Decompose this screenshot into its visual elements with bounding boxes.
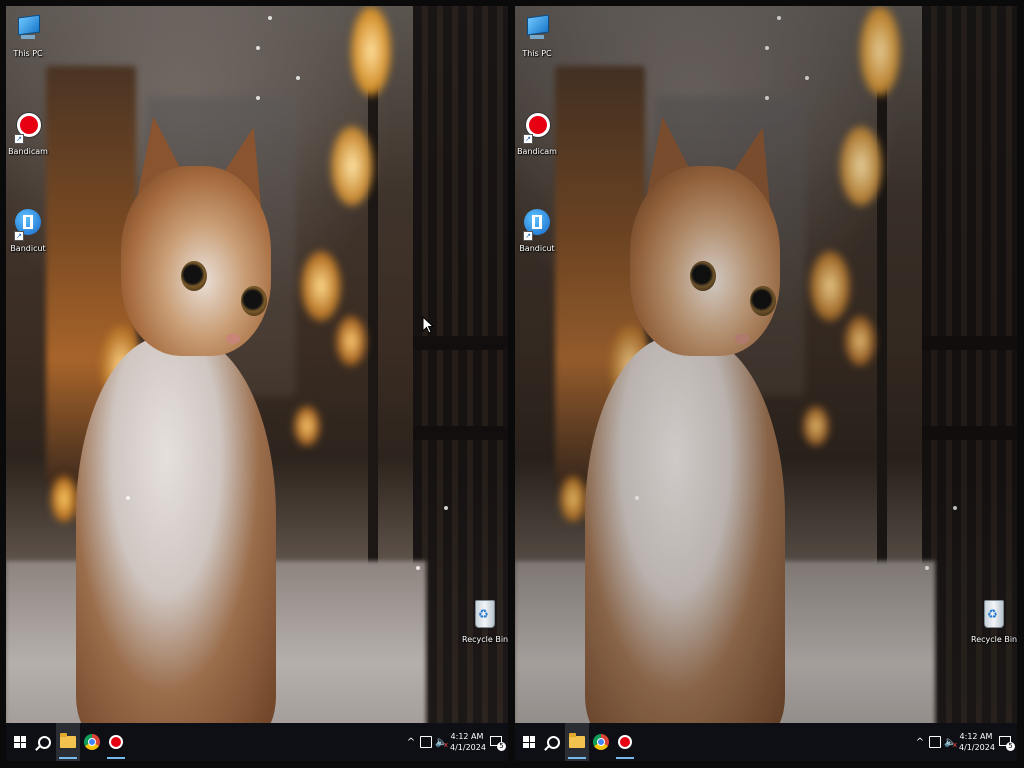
desktop-icon-label: Recycle Bin (971, 635, 1017, 644)
start-button[interactable] (517, 723, 541, 761)
clock-time: 4:12 AM (959, 732, 993, 741)
clock-time: 4:12 AM (450, 732, 484, 741)
taskbar-chrome[interactable] (589, 723, 613, 761)
search-icon (546, 735, 560, 749)
clock-date: 4/1/2024 (450, 743, 486, 752)
taskbar-chrome[interactable] (80, 723, 104, 761)
desktop-wallpaper (515, 6, 1017, 761)
system-tray: ^ 🔈 x 4:12 AM 4/1/2024 5 (405, 723, 508, 761)
desktop-screen-left: This PC ↗ Bandicam ↗ Bandicut Recycle Bi… (6, 6, 508, 761)
show-hidden-icons-chevron[interactable]: ^ (914, 737, 926, 748)
recycle-bin-icon (470, 600, 498, 632)
bandicam-icon: ↗ (523, 112, 551, 144)
cat-figure (585, 106, 795, 736)
desktop-icon-bandicut[interactable]: ↗ Bandicut (6, 209, 50, 254)
clock[interactable]: 4:12 AM 4/1/2024 (450, 731, 486, 753)
desktop-icon-label: Recycle Bin (462, 635, 508, 644)
taskbar: ^ 🔈 x 4:12 AM 4/1/2024 5 (515, 723, 1017, 761)
desktop-wallpaper (6, 6, 508, 761)
desktop-icon-label: Bandicut (10, 244, 46, 253)
recycle-bin-icon (979, 600, 1007, 632)
desktop-icon-bandicam[interactable]: ↗ Bandicam (6, 112, 50, 157)
volume-muted-icon[interactable]: 🔈 x (435, 737, 448, 749)
search-icon (37, 735, 51, 749)
this-pc-icon (14, 14, 42, 46)
clock[interactable]: 4:12 AM 4/1/2024 (959, 731, 995, 753)
notification-count-badge: 5 (497, 742, 506, 751)
file-explorer-icon (569, 733, 585, 748)
taskbar-file-explorer[interactable] (56, 723, 80, 761)
taskbar: ^ 🔈 x 4:12 AM 4/1/2024 5 (6, 723, 508, 761)
action-center-button[interactable]: 5 (998, 735, 1015, 751)
file-explorer-icon (60, 733, 76, 748)
desktop-icon-label: Bandicam (8, 147, 48, 156)
desktop-icon-bandicut[interactable]: ↗ Bandicut (515, 209, 559, 254)
desktop-icon-bandicam[interactable]: ↗ Bandicam (515, 112, 559, 157)
desktop-icon-label: Bandicam (517, 147, 557, 156)
desktop-icon-label: This PC (13, 49, 43, 58)
network-icon[interactable] (929, 736, 941, 748)
mouse-cursor-icon (422, 315, 435, 338)
desktop-icon-recycle-bin[interactable]: Recycle Bin (462, 600, 508, 645)
action-center-button[interactable]: 5 (489, 735, 506, 751)
bandicam-taskbar-icon (109, 735, 123, 749)
windows-start-icon (523, 736, 535, 748)
volume-muted-icon[interactable]: 🔈 x (944, 737, 957, 749)
desktop-screen-right: This PC ↗ Bandicam ↗ Bandicut Recycle Bi… (515, 6, 1017, 761)
desktop-icon-label: This PC (522, 49, 552, 58)
taskbar-file-explorer[interactable] (565, 723, 589, 761)
system-tray: ^ 🔈 x 4:12 AM 4/1/2024 5 (914, 723, 1017, 761)
cat-figure (76, 106, 286, 736)
start-button[interactable] (8, 723, 32, 761)
show-hidden-icons-chevron[interactable]: ^ (405, 737, 417, 748)
desktop-icon-this-pc[interactable]: This PC (515, 14, 559, 59)
search-button[interactable] (32, 723, 56, 761)
desktop-icon-this-pc[interactable]: This PC (6, 14, 50, 59)
desktop-icon-recycle-bin[interactable]: Recycle Bin (971, 600, 1017, 645)
chrome-icon (84, 734, 100, 750)
bandicut-icon: ↗ (523, 209, 551, 241)
bandicut-icon: ↗ (14, 209, 42, 241)
desktop-icon-label: Bandicut (519, 244, 555, 253)
search-button[interactable] (541, 723, 565, 761)
taskbar-bandicam[interactable] (104, 723, 128, 761)
clock-date: 4/1/2024 (959, 743, 995, 752)
this-pc-icon (523, 14, 551, 46)
windows-start-icon (14, 736, 26, 748)
taskbar-bandicam[interactable] (613, 723, 637, 761)
notification-count-badge: 5 (1006, 742, 1015, 751)
bandicam-taskbar-icon (618, 735, 632, 749)
network-icon[interactable] (420, 736, 432, 748)
chrome-icon (593, 734, 609, 750)
bandicam-icon: ↗ (14, 112, 42, 144)
